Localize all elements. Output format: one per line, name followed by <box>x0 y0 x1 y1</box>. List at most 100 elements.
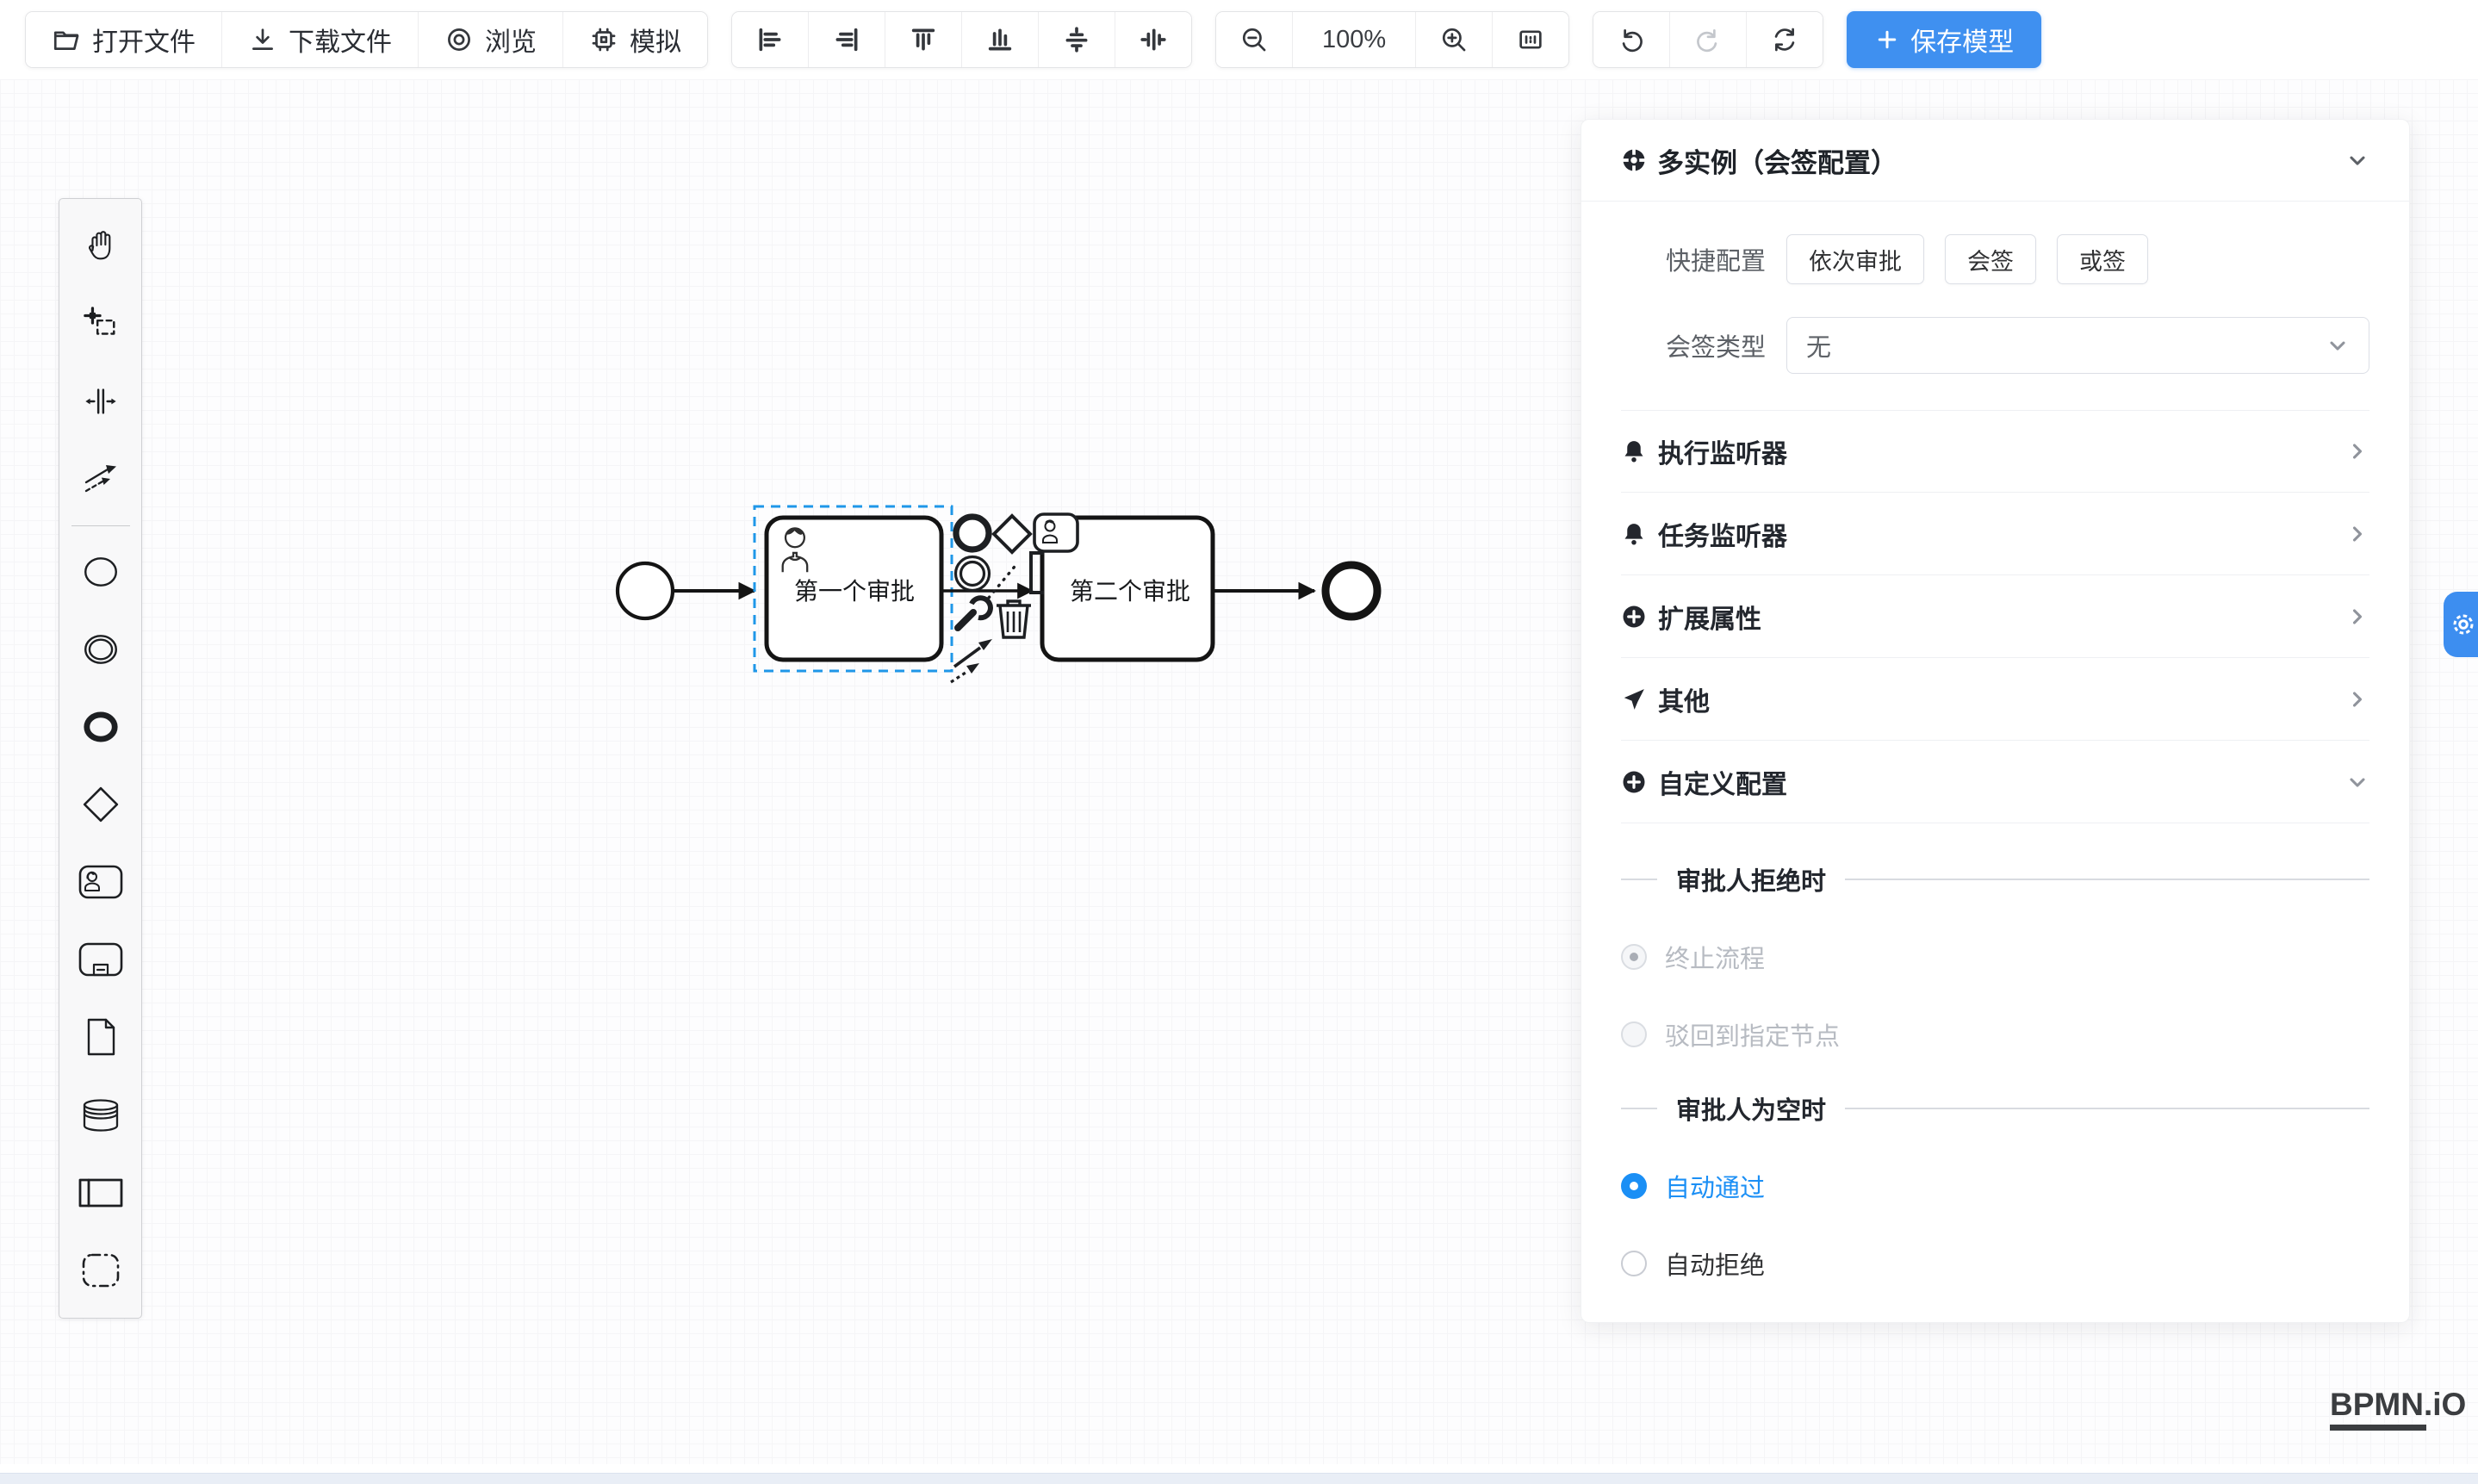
save-model-label: 保存模型 <box>1910 21 2014 59</box>
align-middle-vertical-button[interactable] <box>1115 12 1191 67</box>
simulate-button[interactable]: 模拟 <box>563 12 707 67</box>
quick-option-countersign[interactable]: 会签 <box>1945 234 2036 284</box>
chevron-down-icon <box>2345 770 2369 794</box>
file-group: 打开文件 下载文件 浏览 模拟 <box>25 11 708 68</box>
intermediate-event-icon <box>81 630 121 669</box>
palette-gateway[interactable] <box>59 766 141 843</box>
space-tool[interactable] <box>59 363 141 440</box>
bpmn-io-logo[interactable]: BPMN.iO <box>2330 1387 2466 1431</box>
start-event-shape[interactable] <box>618 563 673 618</box>
pad-delete-trash[interactable] <box>997 601 1031 637</box>
section-other[interactable]: 其他 <box>1621 658 2369 741</box>
plus-icon <box>1874 27 1900 53</box>
radio-auto-pass[interactable]: 自动通过 <box>1621 1168 2369 1204</box>
global-connect-tool[interactable] <box>59 440 141 518</box>
preview-label: 浏览 <box>485 21 537 59</box>
palette-separator <box>71 525 130 526</box>
align-right-icon <box>832 25 861 54</box>
section-task-listener[interactable]: 任务监听器 <box>1621 493 2369 575</box>
element-palette <box>59 198 142 1319</box>
section-extended-properties[interactable]: 扩展属性 <box>1621 575 2369 658</box>
hand-tool-icon <box>83 228 119 264</box>
chevron-right-icon <box>2345 439 2369 463</box>
align-left-icon <box>755 25 785 54</box>
quick-option-sequential[interactable]: 依次审批 <box>1786 234 1924 284</box>
palette-start-event[interactable] <box>59 533 141 611</box>
folder-open-icon <box>52 25 81 54</box>
align-center-horizontal-icon <box>1062 25 1091 54</box>
lasso-tool[interactable] <box>59 285 141 363</box>
palette-data-object[interactable] <box>59 998 141 1076</box>
pad-connect-tool[interactable] <box>951 639 992 682</box>
palette-data-store[interactable] <box>59 1077 141 1154</box>
sign-type-select[interactable]: 无 <box>1786 317 2369 374</box>
pad-append-intermediate-event[interactable] <box>956 557 990 591</box>
chip-icon <box>589 25 618 54</box>
chevron-down-icon[interactable] <box>2345 148 2369 172</box>
pad-append-end-event[interactable] <box>956 517 989 550</box>
palette-intermediate-event[interactable] <box>59 611 141 688</box>
fit-viewport-button[interactable] <box>1493 12 1568 67</box>
bottom-strip <box>0 1473 2478 1484</box>
bell-icon <box>1621 438 1647 464</box>
end-event-icon <box>81 707 121 747</box>
sign-type-label: 会签类型 <box>1621 327 1766 363</box>
plus-circle-icon <box>1621 604 1647 630</box>
restart-icon <box>1770 25 1799 54</box>
align-bottom-icon <box>985 25 1015 54</box>
align-bottom-button[interactable] <box>962 12 1039 67</box>
palette-group[interactable] <box>59 1232 141 1309</box>
multi-instance-header[interactable]: 多实例（会签配置） <box>1621 120 2369 201</box>
section-execution-listener[interactable]: 执行监听器 <box>1621 410 2369 493</box>
send-icon <box>1621 686 1647 712</box>
zoom-in-icon <box>1439 25 1469 54</box>
chevron-right-icon <box>2345 687 2369 711</box>
palette-user-task[interactable] <box>59 843 141 921</box>
bpmn-io-logo-text: BPMN.iO <box>2330 1387 2466 1423</box>
radio-icon <box>1621 1251 1647 1276</box>
properties-panel: 多实例（会签配置） 快捷配置 依次审批 会签 或签 会签类型 无 执行监听器 <box>1581 119 2410 1323</box>
task1-label: 第一个审批 <box>794 578 915 605</box>
radio-icon <box>1621 1173 1647 1199</box>
align-right-button[interactable] <box>809 12 885 67</box>
section-custom-config[interactable]: 自定义配置 <box>1621 741 2369 823</box>
pad-append-text-annotation[interactable] <box>989 553 1044 598</box>
download-file-button[interactable]: 下载文件 <box>222 12 419 67</box>
pad-append-gateway[interactable] <box>994 516 1030 552</box>
top-toolbar: 打开文件 下载文件 浏览 模拟 <box>0 0 2478 79</box>
preview-button[interactable]: 浏览 <box>419 12 563 67</box>
task-first-approval[interactable]: 第一个审批 <box>767 518 941 660</box>
reject-group-header: 审批人拒绝时 <box>1621 861 2369 897</box>
align-center-horizontal-button[interactable] <box>1039 12 1115 67</box>
radio-icon <box>1621 1021 1647 1047</box>
palette-participant-pool[interactable] <box>59 1154 141 1232</box>
radio-terminate-process[interactable]: 终止流程 <box>1621 939 2369 975</box>
align-top-button[interactable] <box>885 12 962 67</box>
redo-button[interactable] <box>1670 12 1747 67</box>
settings-side-tab[interactable] <box>2444 592 2478 657</box>
radio-return-to-node[interactable]: 驳回到指定节点 <box>1621 1016 2369 1052</box>
align-left-button[interactable] <box>732 12 809 67</box>
zoom-in-button[interactable] <box>1416 12 1493 67</box>
radio-auto-reject[interactable]: 自动拒绝 <box>1621 1245 2369 1282</box>
undo-button[interactable] <box>1593 12 1670 67</box>
quick-option-orsign[interactable]: 或签 <box>2057 234 2148 284</box>
chevron-right-icon <box>2345 605 2369 629</box>
pad-append-user-task[interactable] <box>1034 514 1078 551</box>
restart-button[interactable] <box>1747 12 1823 67</box>
palette-end-event[interactable] <box>59 688 141 766</box>
zoom-out-button[interactable] <box>1216 12 1293 67</box>
multi-instance-icon <box>1621 147 1647 173</box>
end-event-shape[interactable] <box>1326 565 1377 617</box>
history-group <box>1593 11 1823 68</box>
data-store-icon <box>81 1097 121 1133</box>
save-model-button[interactable]: 保存模型 <box>1847 11 2041 68</box>
hand-tool[interactable] <box>59 208 141 285</box>
sign-type-row: 会签类型 无 <box>1621 317 2369 374</box>
palette-subprocess[interactable] <box>59 921 141 998</box>
gear-icon <box>2450 612 2476 637</box>
pad-change-type-wrench[interactable] <box>958 598 991 628</box>
open-file-button[interactable]: 打开文件 <box>26 12 222 67</box>
participant-pool-icon <box>78 1178 123 1208</box>
chevron-down-icon <box>2326 333 2350 357</box>
